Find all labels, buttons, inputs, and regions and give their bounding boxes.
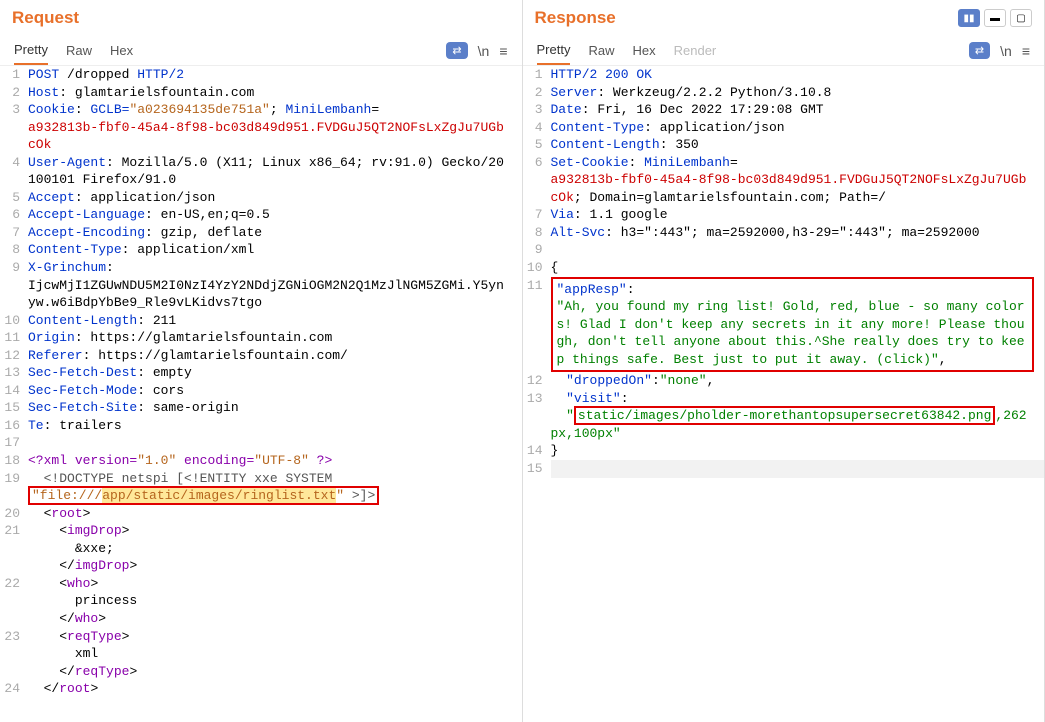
tab-render[interactable]: Render <box>674 37 717 64</box>
tab-pretty[interactable]: Pretty <box>14 36 48 65</box>
tab-hex[interactable]: Hex <box>632 37 655 64</box>
request-title: Request <box>12 8 79 28</box>
response-title: Response <box>535 8 616 28</box>
response-tabs: Pretty Raw Hex Render ⇄ \n ≡ <box>523 36 1045 66</box>
request-code[interactable]: 1POST /dropped HTTP/2 2Host: glamtariels… <box>0 66 522 722</box>
newline-icon[interactable]: \n <box>1000 43 1012 59</box>
main-container: Request Pretty Raw Hex ⇄ \n ≡ 1POST /dro… <box>0 0 1045 722</box>
request-tabs: Pretty Raw Hex ⇄ \n ≡ <box>0 36 522 66</box>
tab-raw[interactable]: Raw <box>66 37 92 64</box>
xxe-payload-highlight: "file:///app/static/images/ringlist.txt"… <box>28 486 379 505</box>
menu-icon[interactable]: ≡ <box>1022 43 1030 59</box>
visit-path-highlight: static/images/pholder-morethantopsuperse… <box>574 406 995 425</box>
layout-single-icon[interactable]: ▢ <box>1010 9 1032 27</box>
layout-rows-icon[interactable]: ▬ <box>984 9 1006 27</box>
view-toggles: ▮▮ ▬ ▢ <box>958 9 1032 27</box>
appresp-highlight: "appResp":"Ah, you found my ring list! G… <box>551 277 1035 373</box>
menu-icon[interactable]: ≡ <box>499 43 507 59</box>
response-code[interactable]: 1HTTP/2 200 OK 2Server: Werkzeug/2.2.2 P… <box>523 66 1045 722</box>
request-action-badge[interactable]: ⇄ <box>446 42 467 59</box>
response-tab-actions: ⇄ \n ≡ <box>969 42 1030 59</box>
response-header: Response ▮▮ ▬ ▢ <box>523 0 1045 36</box>
tab-hex[interactable]: Hex <box>110 37 133 64</box>
request-tab-actions: ⇄ \n ≡ <box>446 42 507 59</box>
tab-pretty[interactable]: Pretty <box>537 36 571 65</box>
request-header: Request <box>0 0 522 36</box>
newline-icon[interactable]: \n <box>478 43 490 59</box>
response-panel: Response ▮▮ ▬ ▢ Pretty Raw Hex Render ⇄ … <box>523 0 1045 722</box>
request-panel: Request Pretty Raw Hex ⇄ \n ≡ 1POST /dro… <box>0 0 523 722</box>
tab-raw[interactable]: Raw <box>588 37 614 64</box>
layout-columns-icon[interactable]: ▮▮ <box>958 9 980 27</box>
response-action-badge[interactable]: ⇄ <box>969 42 990 59</box>
